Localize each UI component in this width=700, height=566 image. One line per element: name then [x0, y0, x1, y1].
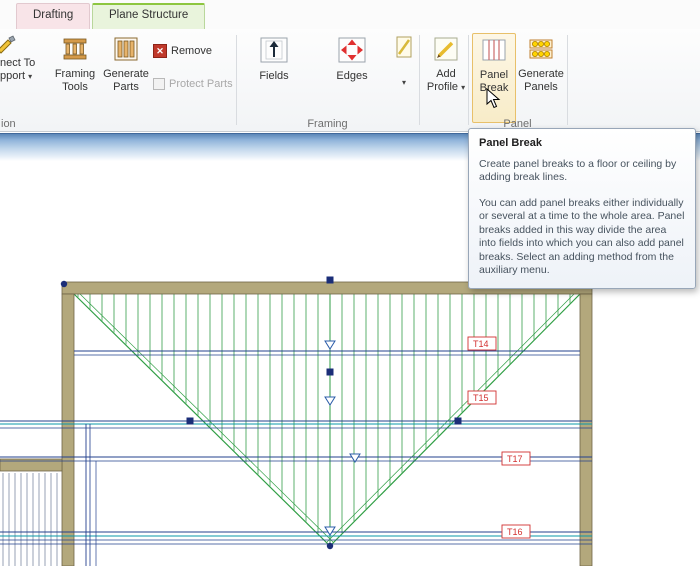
dropdown-arrow-icon: ▾	[393, 76, 415, 89]
generate-parts-button[interactable]: Generate Parts	[100, 33, 152, 123]
group-separator	[468, 35, 469, 125]
green-joist-field	[74, 294, 580, 546]
tab-drafting[interactable]: Drafting	[16, 3, 90, 29]
edges-icon	[325, 36, 379, 68]
tooltip-paragraph-2: You can add panel breaks either individu…	[479, 197, 685, 278]
dropdown-arrow-icon: ▾	[461, 83, 465, 92]
dropdown-arrow-icon: ▾	[28, 72, 32, 81]
mouse-cursor-icon	[486, 88, 502, 115]
gallery-thumbnail-icon	[393, 36, 415, 62]
generate-panels-label-line2: Panels	[517, 81, 565, 94]
remove-icon: ✕	[153, 44, 167, 58]
connect-to-support-label-line2: pport	[0, 70, 25, 82]
panel-break-tooltip: Panel Break Create panel breaks to a flo…	[468, 128, 696, 289]
panel-break-icon	[473, 37, 515, 67]
framing-tools-icon	[50, 36, 100, 66]
generate-panels-icon	[517, 36, 565, 66]
ribbon-tab-bar: Drafting Plane Structure	[0, 0, 700, 29]
panel-tag-t16: T16	[507, 527, 523, 537]
fields-label: Fields	[248, 70, 300, 83]
group-separator	[567, 35, 568, 125]
panel-tag-t17: T17	[507, 454, 523, 464]
add-profile-button[interactable]: Add Profile ▾	[423, 33, 469, 123]
add-profile-label-line2: Profile	[427, 81, 458, 93]
generate-panels-label-line1: Generate	[517, 68, 565, 81]
edges-label: Edges	[325, 70, 379, 83]
panel-break-label-line1: Panel	[473, 69, 515, 82]
checkbox-icon	[153, 78, 165, 90]
tooltip-title: Panel Break	[479, 137, 685, 151]
add-profile-label-line1: Add	[423, 68, 469, 81]
application-window: Drafting Plane Structure nect To pport ▾	[0, 0, 700, 566]
remove-button[interactable]: ✕ Remove	[153, 44, 212, 58]
framing-tools-button[interactable]: Framing Tools	[50, 33, 100, 123]
group-separator	[236, 35, 237, 125]
generate-parts-label-line1: Generate	[100, 68, 152, 81]
panel-tag-t14: T14	[473, 339, 489, 349]
edges-button[interactable]: Edges	[325, 33, 379, 123]
connect-to-support-label-line1: nect To	[0, 57, 52, 70]
panel-tag-t15: T15	[473, 393, 489, 403]
ribbon-group-label-clipped: ion	[0, 118, 28, 130]
fields-button[interactable]: Fields	[248, 33, 300, 123]
add-profile-icon	[423, 36, 469, 66]
connect-to-support-button[interactable]: nect To pport ▾	[0, 33, 52, 123]
generate-parts-label-line2: Parts	[100, 81, 152, 94]
tooltip-paragraph-1: Create panel breaks to a floor or ceilin…	[479, 158, 685, 185]
ribbon-group-label-framing: Framing	[236, 118, 419, 130]
tab-plane-structure[interactable]: Plane Structure	[92, 3, 205, 29]
protect-parts-checkbox[interactable]: Protect Parts	[153, 78, 233, 90]
left-framing-section	[0, 473, 62, 566]
generate-parts-icon	[100, 36, 152, 66]
generate-panels-button[interactable]: Generate Panels	[517, 33, 565, 123]
ribbon: nect To pport ▾ Framing Tools	[0, 29, 700, 132]
framing-gallery-dropdown-button[interactable]: ▾	[393, 33, 415, 123]
fields-icon	[248, 36, 300, 68]
framing-tools-label-line2: Tools	[50, 81, 100, 94]
group-separator	[419, 35, 420, 125]
framing-tools-label-line1: Framing	[50, 68, 100, 81]
protect-parts-label: Protect Parts	[169, 78, 233, 90]
remove-label: Remove	[171, 45, 212, 57]
